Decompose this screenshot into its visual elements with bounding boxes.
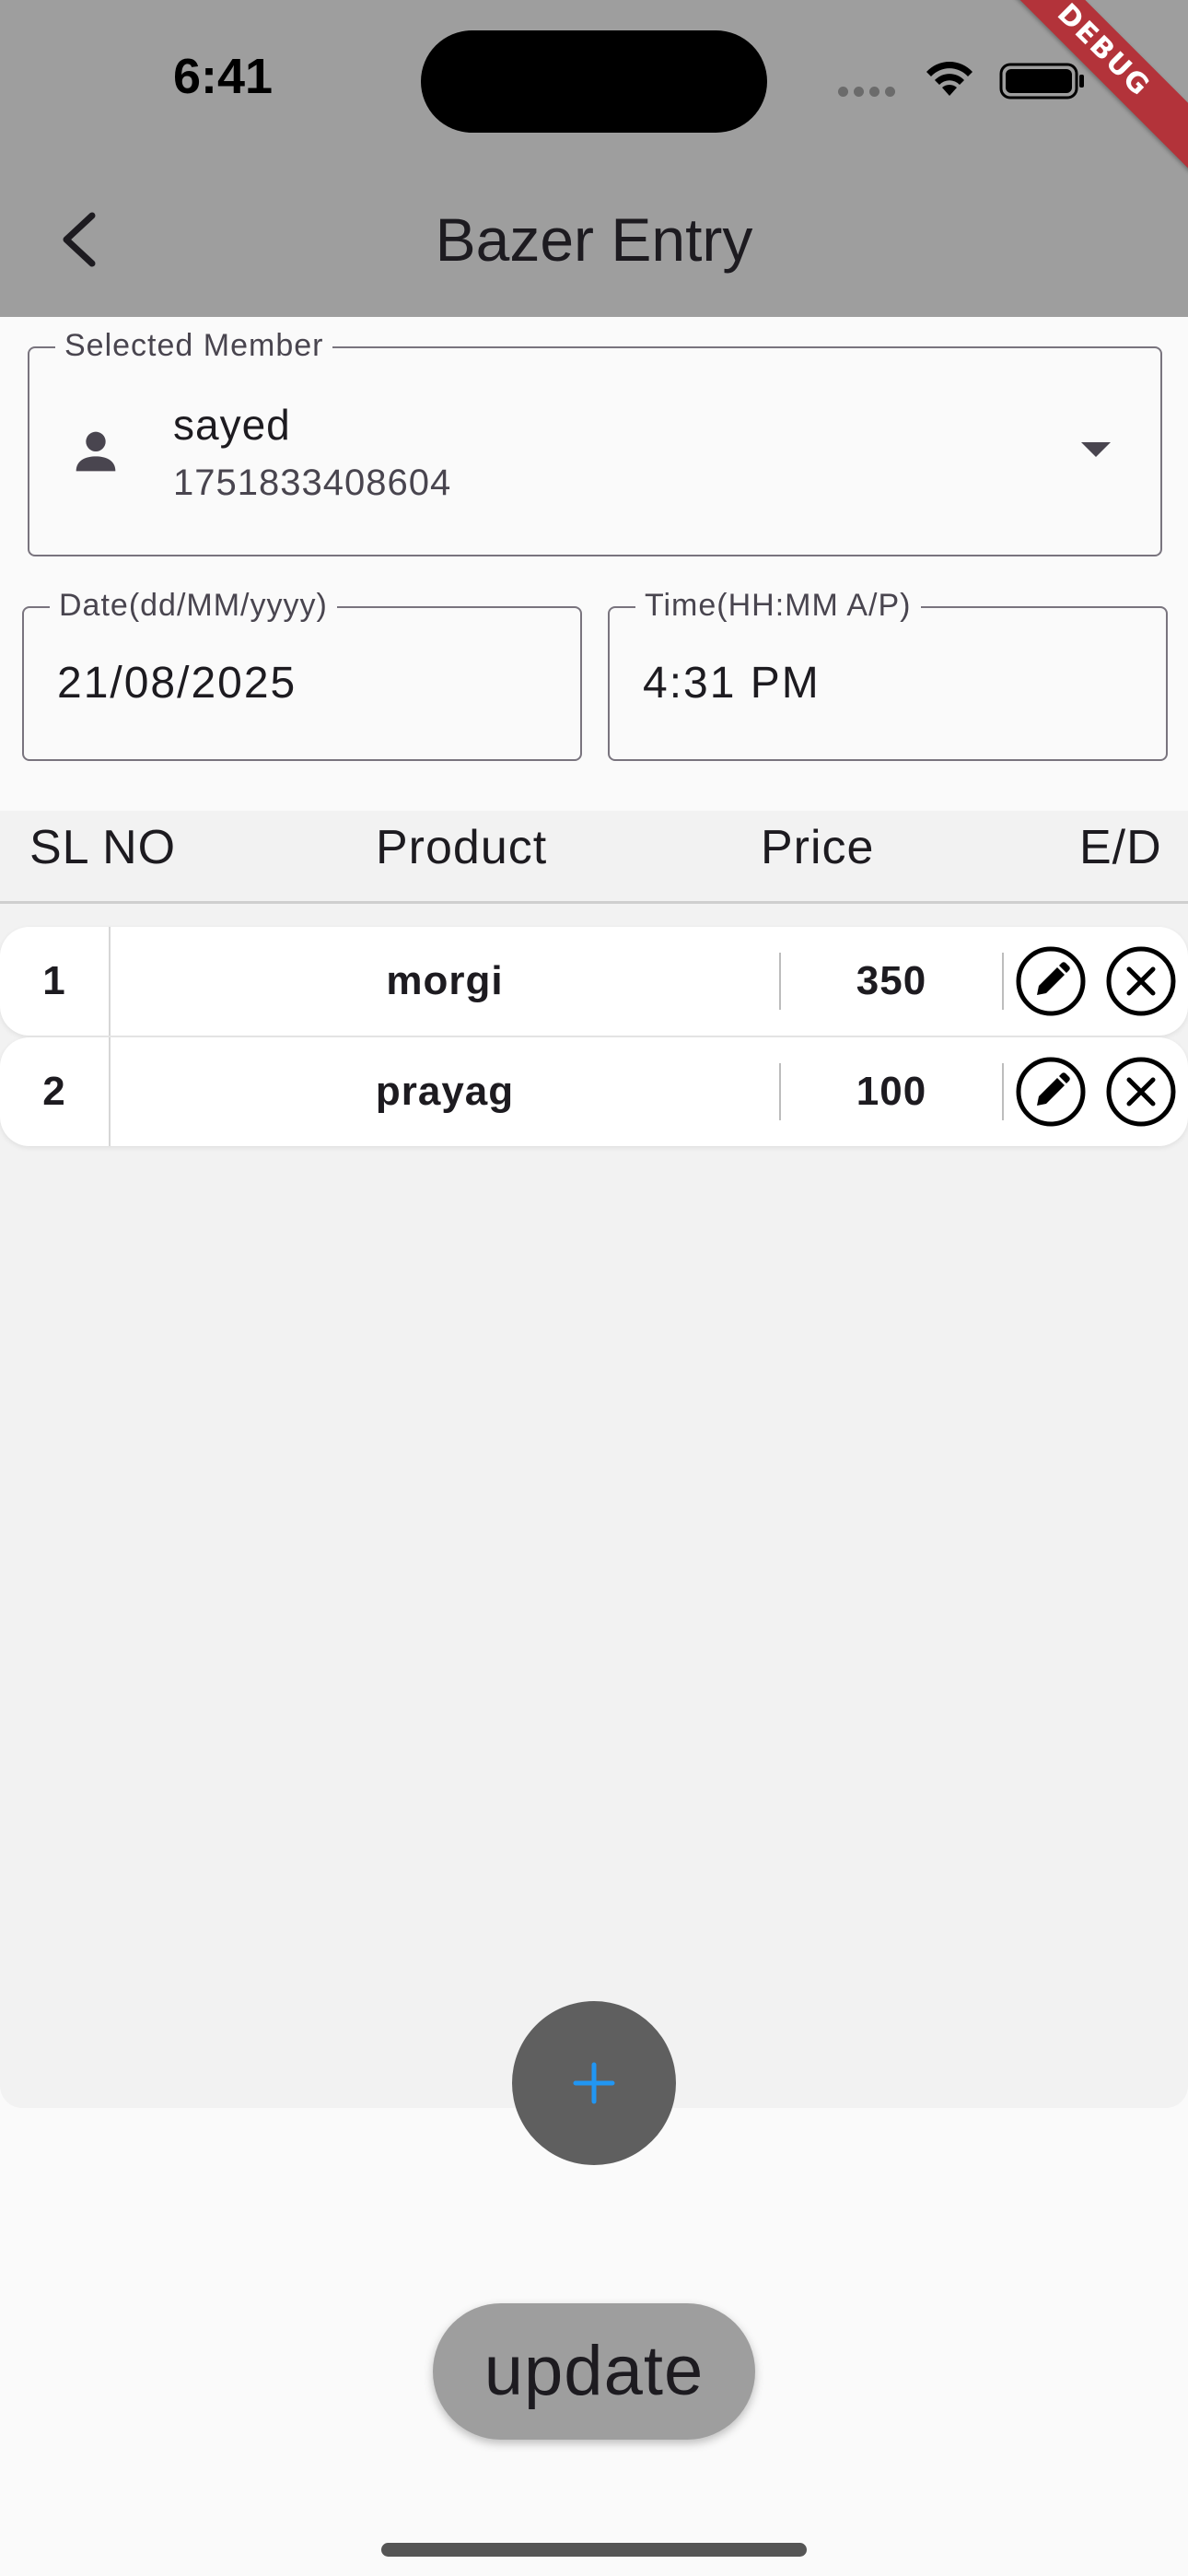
row-product: prayag (375, 1069, 515, 1114)
header-sl-no: SL NO (29, 821, 177, 874)
column-divider (1002, 1063, 1004, 1120)
row-sl: 2 (42, 1069, 66, 1114)
person-icon (76, 431, 116, 472)
header-edit-delete: E/D (1079, 821, 1162, 874)
cellular-signal-icon (838, 85, 901, 101)
date-field[interactable]: Date(dd/MM/yyyy) 21/08/2025 (22, 588, 582, 761)
edit-icon[interactable] (1015, 945, 1087, 1017)
time-field-value: 4:31 PM (643, 659, 821, 708)
update-button[interactable]: update (433, 2303, 755, 2440)
time-field[interactable]: Time(HH:MM A/P) 4:31 PM (608, 588, 1168, 761)
add-item-button[interactable] (512, 2001, 676, 2165)
delete-icon[interactable] (1105, 1056, 1177, 1128)
row-product: morgi (386, 958, 504, 1003)
column-divider (1002, 953, 1004, 1010)
table-header: SL NO Product Price E/D (0, 811, 1188, 904)
battery-icon (999, 63, 1084, 100)
app-bar: 6:41 DEBUG Bazer Entry (0, 0, 1188, 317)
member-phone: 1751833408604 (173, 463, 452, 503)
time-field-label: Time(HH:MM A/P) (635, 588, 921, 624)
row-sl: 1 (42, 958, 66, 1003)
row-price: 100 (856, 1069, 927, 1114)
dynamic-island (421, 30, 767, 133)
date-field-value: 21/08/2025 (57, 659, 297, 708)
plus-icon (573, 2062, 615, 2104)
page-title: Bazer Entry (435, 205, 753, 274)
home-indicator (381, 2543, 807, 2557)
table-row: 2 prayag 100 (0, 1037, 1188, 1146)
member-select-label: Selected Member (55, 328, 333, 364)
header-product: Product (376, 821, 548, 874)
product-table: SL NO Product Price E/D 1 morgi 350 2 pr… (0, 811, 1188, 2108)
member-name: sayed (173, 401, 291, 449)
dropdown-arrow-icon[interactable] (1079, 440, 1112, 459)
row-price: 350 (856, 958, 927, 1003)
edit-icon[interactable] (1015, 1056, 1087, 1128)
wifi-icon (926, 62, 973, 96)
header-price: Price (761, 821, 875, 874)
delete-icon[interactable] (1105, 945, 1177, 1017)
table-row: 1 morgi 350 (0, 927, 1188, 1036)
member-select[interactable]: Selected Member sayed 1751833408604 (28, 328, 1162, 556)
date-field-label: Date(dd/MM/yyyy) (50, 588, 337, 624)
status-icons (838, 55, 1087, 101)
status-time: 6:41 (173, 49, 274, 104)
